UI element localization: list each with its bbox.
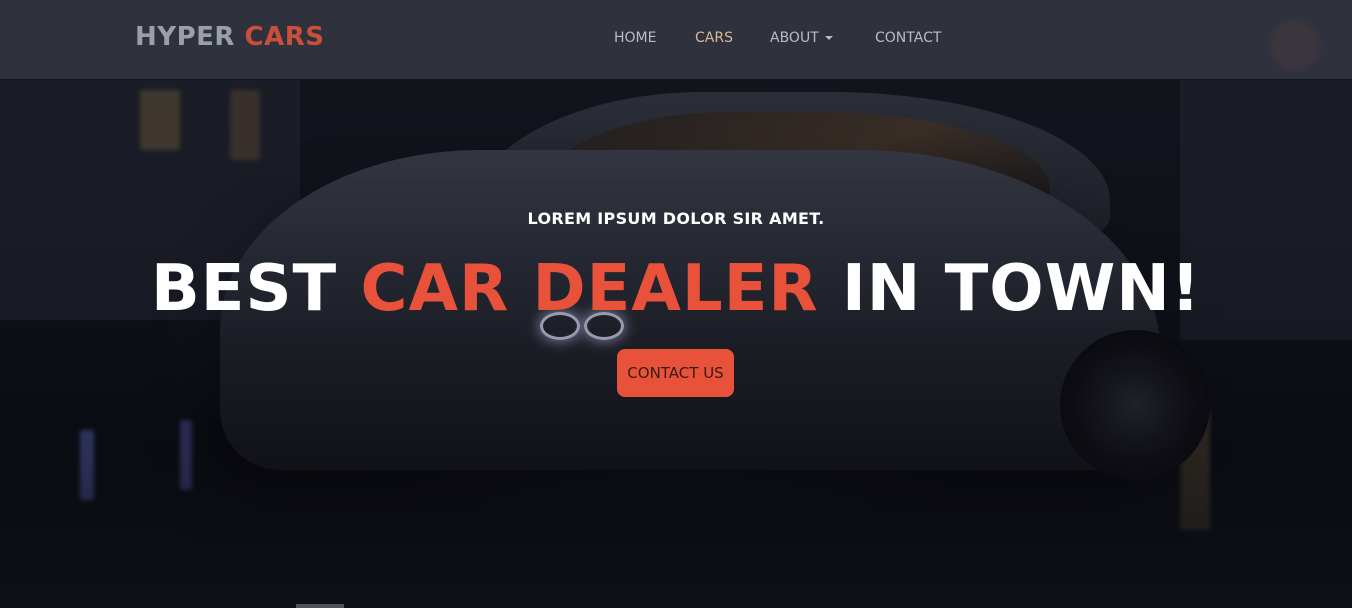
contact-us-button[interactable]: CONTACT US — [617, 349, 734, 397]
nav-item-cars[interactable]: CARS — [695, 30, 733, 46]
brand-name-part1: HYPER — [135, 22, 235, 52]
nav-item-label: ABOUT — [770, 30, 819, 46]
hero-section: HYPER CARS HOME CARS ABOUT CONTACT LOREM… — [0, 0, 1352, 608]
nav-item-contact[interactable]: CONTACT — [875, 30, 941, 46]
nav-item-home[interactable]: HOME — [614, 30, 656, 46]
hero-subtitle: LOREM IPSUM DOLOR SIR AMET. — [527, 209, 825, 228]
headline-accent: CAR DEALER — [360, 252, 819, 326]
brand-name-part2: CARS — [244, 22, 325, 52]
scroll-indicator — [296, 604, 344, 608]
nav-item-label: CONTACT — [875, 30, 942, 46]
headline-start: BEST — [150, 252, 338, 326]
hero-headline: BEST CAR DEALER IN TOWN! — [0, 252, 1352, 326]
nav-item-label: CARS — [695, 30, 733, 46]
brand-logo[interactable]: HYPER CARS — [135, 22, 324, 52]
caret-down-icon — [824, 36, 833, 40]
nav-item-label: HOME — [614, 30, 657, 46]
top-navbar: HYPER CARS HOME CARS ABOUT CONTACT — [0, 0, 1352, 79]
headline-end: IN TOWN! — [841, 252, 1202, 326]
nav-item-about[interactable]: ABOUT — [770, 30, 833, 46]
